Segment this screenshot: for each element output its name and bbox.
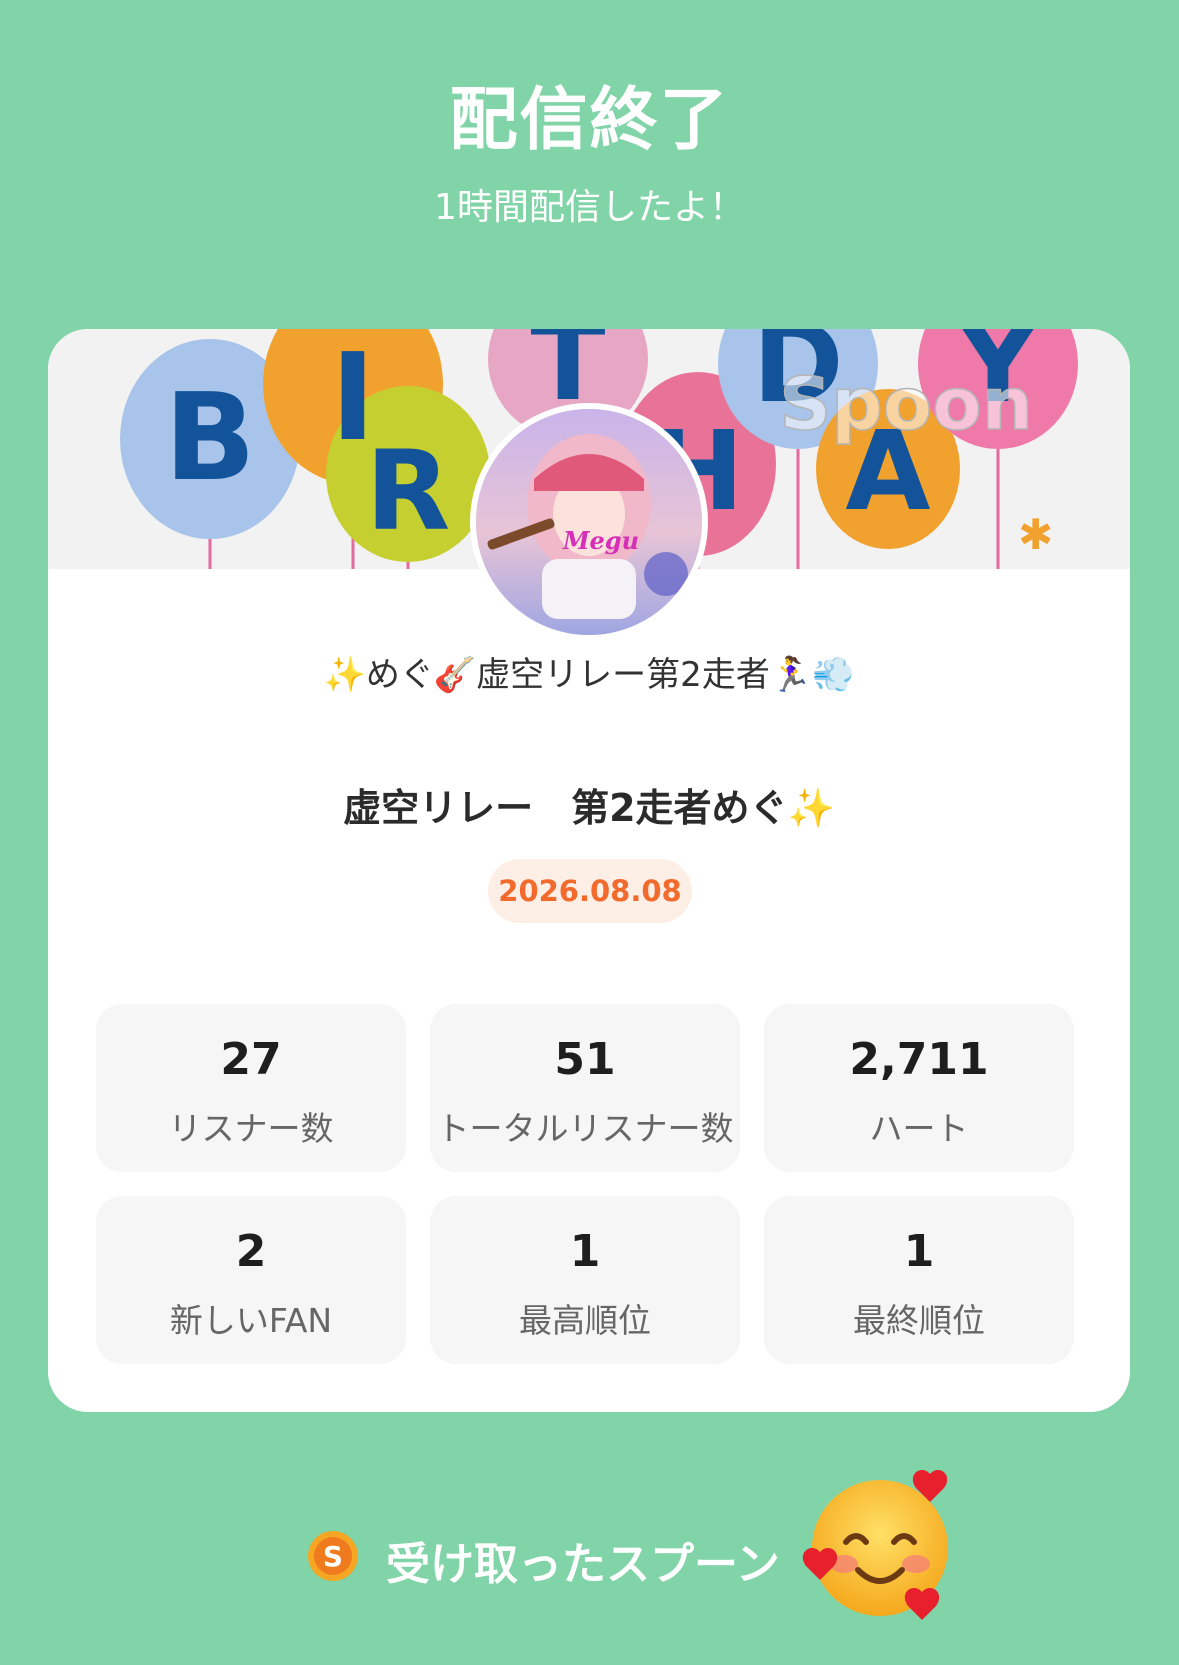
stat-label: ハート — [869, 1109, 969, 1148]
stat-total-listeners: 51 トータルリスナー数 — [430, 1004, 740, 1172]
stat-label: トータルリスナー数 — [436, 1109, 734, 1148]
stat-value: 1 — [903, 1226, 935, 1277]
stat-value: 1 — [569, 1226, 601, 1277]
page-title: 配信終了 — [449, 81, 730, 160]
stat-value: 27 — [220, 1034, 282, 1085]
stat-label: リスナー数 — [168, 1109, 334, 1148]
svg-text:S: S — [323, 1540, 343, 1573]
stat-value: 2,711 — [849, 1034, 989, 1085]
stat-final-rank: 1 最終順位 — [764, 1196, 1074, 1364]
stat-label: 最終順位 — [853, 1301, 985, 1340]
smiling-face-with-hearts-icon — [802, 1469, 948, 1620]
stat-label: 新しいFAN — [169, 1301, 333, 1340]
live-title: 虚空リレー 第2走者めぐ✨ — [343, 786, 835, 830]
spoon-watermark: Spoon — [779, 362, 1033, 446]
stat-value: 51 — [554, 1034, 616, 1085]
stat-hearts: 2,711 ハート — [764, 1004, 1074, 1172]
avatar[interactable]: Megu — [470, 403, 708, 641]
stat-listeners: 27 リスナー数 — [96, 1004, 406, 1172]
received-spoons-section[interactable]: S 受け取ったスプーン — [0, 1468, 1179, 1628]
stat-value: 2 — [235, 1226, 267, 1277]
banner-letter-r: R — [366, 427, 451, 555]
svg-text:✱: ✱ — [1018, 510, 1053, 559]
avatar-overlay-text: Megu — [562, 526, 639, 555]
host-name: ✨めぐ🎸虚空リレー第2走者🏃‍♀️💨 — [323, 655, 855, 695]
stats-grid: 27 リスナー数 51 トータルリスナー数 2,711 ハート 2 新しいFAN… — [96, 1004, 1074, 1364]
stat-new-fans: 2 新しいFAN — [96, 1196, 406, 1364]
spoon-coin-icon: S — [308, 1531, 358, 1581]
date-badge: 2026.08.08 — [488, 859, 692, 923]
page-subtitle: 1時間配信したよ！ — [434, 187, 745, 228]
banner-letter-b: B — [164, 369, 255, 508]
live-summary-card: B I R T H D A Y ✱ Spoon Megu ✨めぐ🎸虚空リレー第2… — [48, 329, 1130, 1412]
stat-highest-rank: 1 最高順位 — [430, 1196, 740, 1364]
stat-label: 最高順位 — [519, 1301, 651, 1340]
received-spoons-label: 受け取ったスプーン — [386, 1539, 780, 1590]
